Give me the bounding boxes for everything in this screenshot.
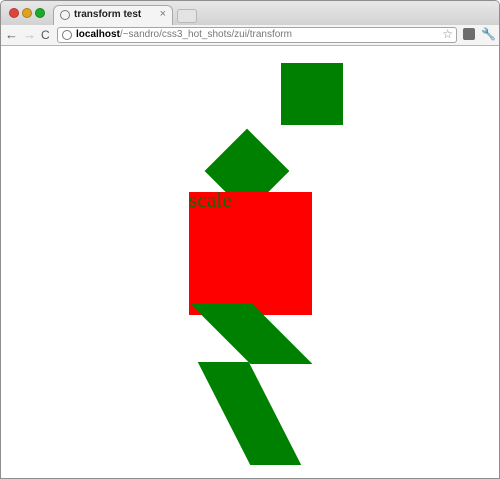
tab-active[interactable]: transform test × (53, 5, 173, 25)
url-text: localhost/~sandro/css3_hot_shots/zui/tra… (76, 29, 292, 40)
reload-icon[interactable]: C (41, 26, 50, 44)
site-info-icon[interactable] (62, 30, 72, 40)
address-bar[interactable]: localhost/~sandro/css3_hot_shots/zui/tra… (57, 27, 457, 43)
browser-window: transform test × ← → C localhost/~sandro… (0, 0, 500, 479)
star-icon[interactable]: ☆ (442, 27, 453, 41)
page-viewport: scale (1, 46, 499, 478)
title-bar: transform test × (1, 1, 499, 25)
scale-label: scale (189, 188, 232, 212)
close-tab-icon[interactable]: × (160, 8, 166, 20)
scaled-red-square: scale (189, 188, 312, 315)
minimize-window-button[interactable] (22, 8, 32, 18)
favicon-icon (60, 10, 70, 20)
green-square (281, 63, 343, 125)
skewed-green-bar (197, 362, 302, 465)
url-path: /~sandro/css3_hot_shots/zui/transform (119, 29, 292, 40)
extension-icon[interactable] (463, 28, 475, 40)
back-arrow-icon[interactable]: ← (5, 26, 18, 44)
forward-arrow-icon[interactable]: → (23, 26, 36, 44)
wrench-icon[interactable]: 🔧 (481, 28, 496, 40)
new-tab-button[interactable] (177, 9, 197, 23)
zoom-window-button[interactable] (35, 8, 45, 18)
browser-toolbar: ← → C localhost/~sandro/css3_hot_shots/z… (1, 25, 499, 46)
tab-title: transform test (74, 9, 142, 20)
url-host: localhost (76, 29, 120, 40)
close-window-button[interactable] (9, 8, 19, 18)
